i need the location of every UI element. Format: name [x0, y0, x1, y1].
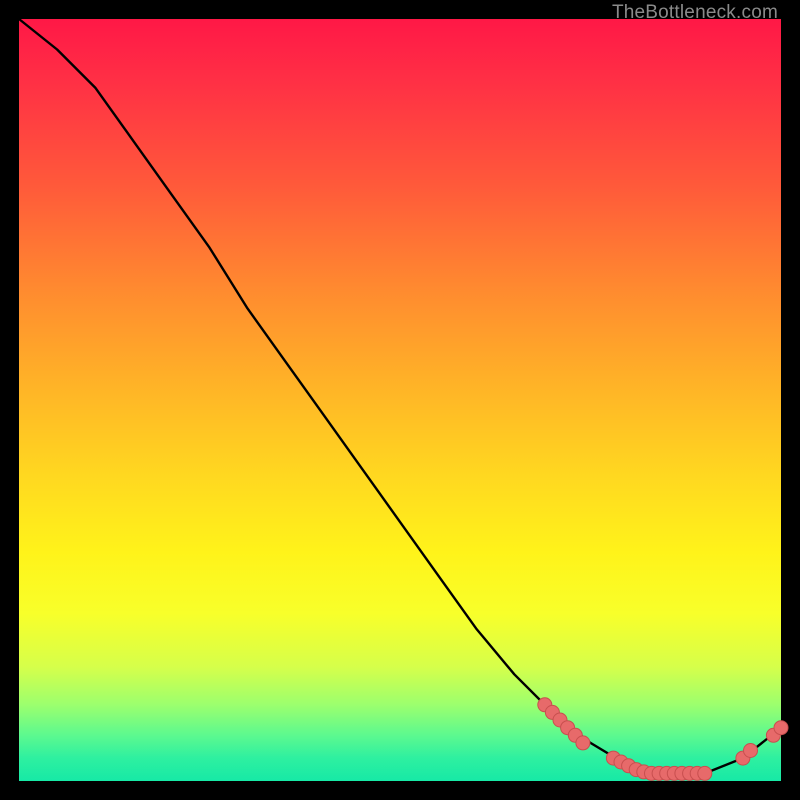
data-marker — [576, 736, 590, 750]
chart-stage: TheBottleneck.com — [0, 0, 800, 800]
bottleneck-curve — [19, 19, 781, 773]
data-marker — [698, 766, 712, 780]
marker-group — [538, 698, 788, 781]
chart-overlay — [19, 19, 781, 781]
watermark-label: TheBottleneck.com — [612, 2, 778, 24]
data-marker — [774, 721, 788, 735]
data-marker — [744, 744, 758, 758]
